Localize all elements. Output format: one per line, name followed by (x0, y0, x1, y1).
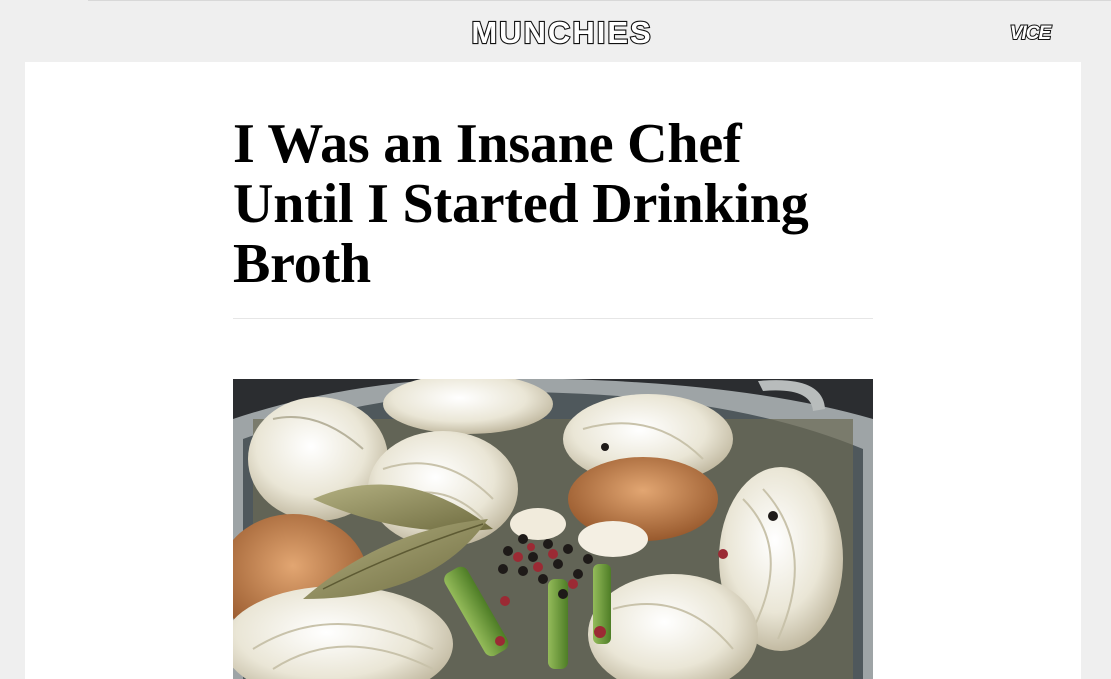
article-headline: I Was an Insane Chef Until I Started Dri… (233, 113, 809, 295)
broth-pot-photo (233, 379, 873, 679)
hero-image (233, 379, 873, 679)
headline-divider (233, 318, 873, 319)
munchies-logo: MUNCHIES (470, 14, 652, 50)
munchies-logo-text: MUNCHIES (471, 15, 652, 50)
article-card: I Was an Insane Chef Until I Started Dri… (25, 62, 1081, 679)
vice-logo-text: VICE (1010, 23, 1053, 44)
site-header: MUNCHIES VICE (0, 0, 1111, 62)
vice-logo: VICE (1009, 22, 1055, 44)
